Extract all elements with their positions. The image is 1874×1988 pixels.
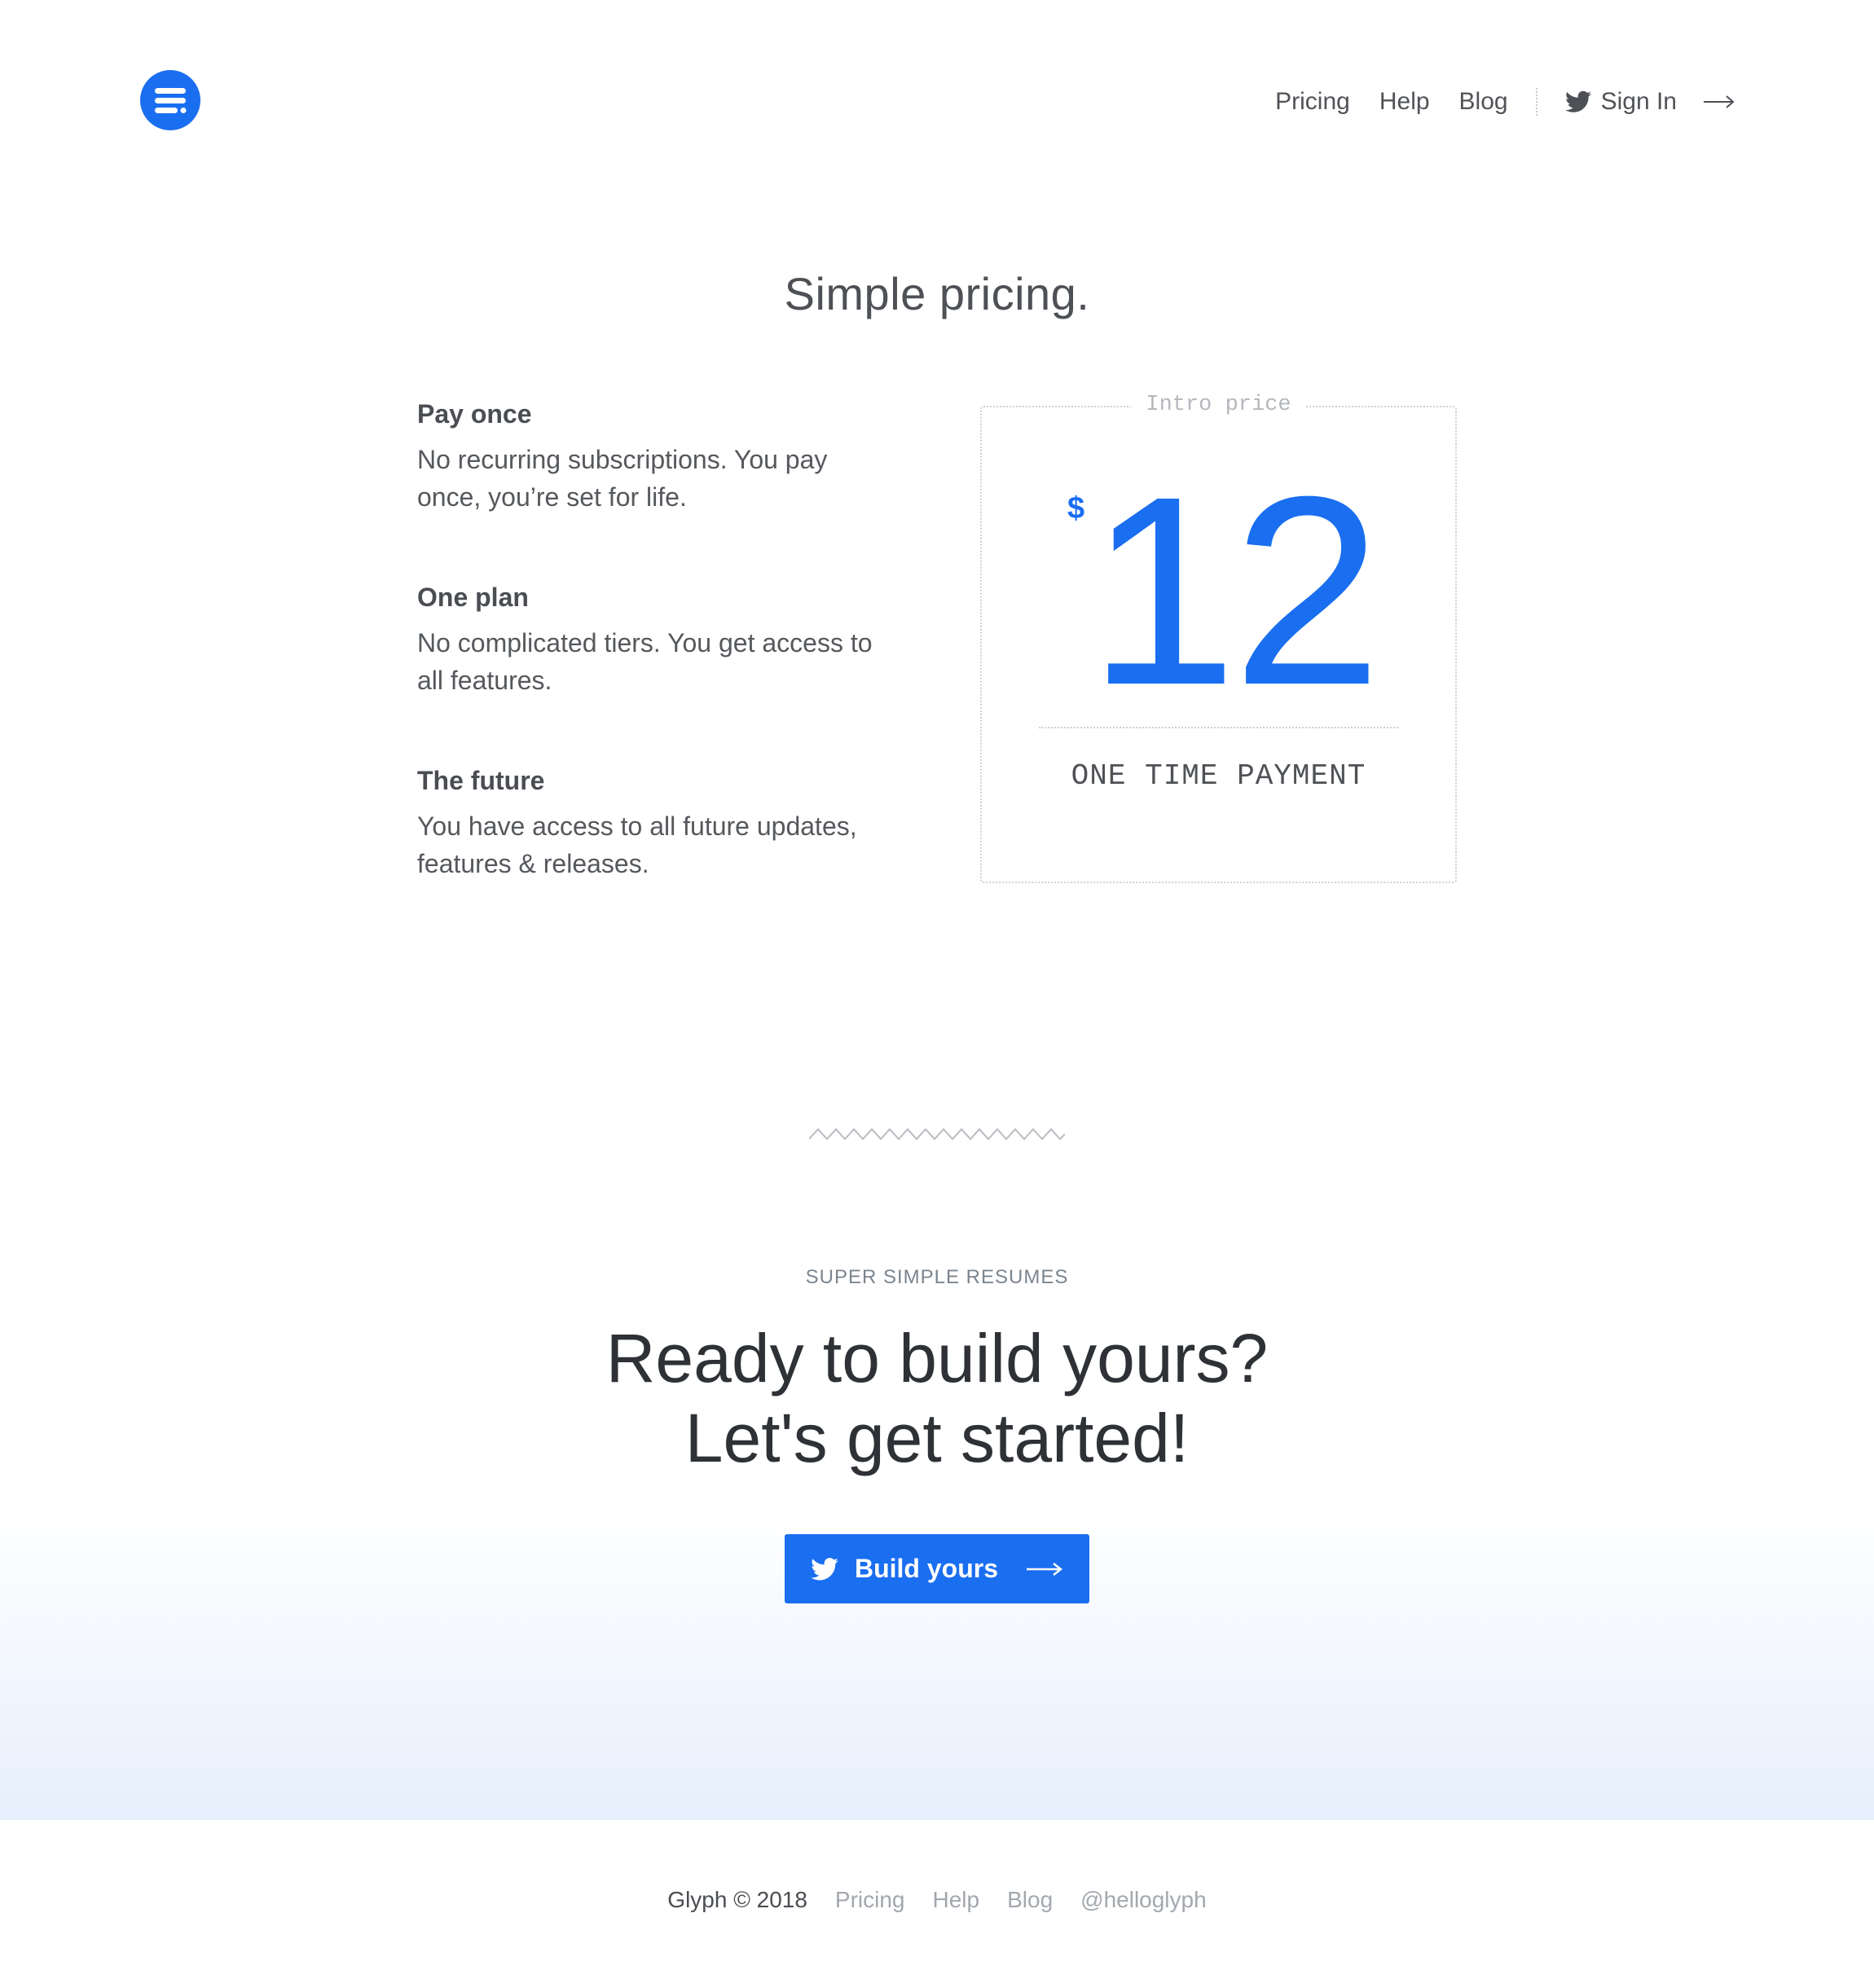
twitter-icon bbox=[1564, 90, 1591, 112]
build-yours-button[interactable]: Build yours bbox=[785, 1534, 1089, 1603]
footer-twitter-handle-link[interactable]: @helloglyph bbox=[1080, 1887, 1207, 1913]
cta-heading-line2: Let's get started! bbox=[684, 1400, 1190, 1476]
arrow-right-icon[interactable] bbox=[1703, 94, 1735, 110]
cta-eyebrow: SUPER SIMPLE RESUMES bbox=[805, 1266, 1069, 1288]
footer-help-link[interactable]: Help bbox=[933, 1887, 980, 1913]
arrow-right-icon bbox=[1026, 1561, 1063, 1577]
currency-symbol: $ bbox=[1067, 491, 1085, 526]
cta-heading: Ready to build yours? Let's get started! bbox=[0, 1318, 1874, 1478]
footer-blog-link[interactable]: Blog bbox=[1007, 1887, 1053, 1913]
feature-item: The future You have access to all future… bbox=[417, 766, 890, 882]
nav-help-link[interactable]: Help bbox=[1379, 88, 1430, 116]
price-divider bbox=[1039, 727, 1398, 728]
nav-blog-link[interactable]: Blog bbox=[1459, 88, 1508, 116]
cta-heading-line1: Ready to build yours? bbox=[605, 1320, 1269, 1396]
twitter-icon bbox=[811, 1557, 838, 1581]
page-title: Simple pricing. bbox=[784, 268, 1090, 319]
footer-copyright: Glyph © 2018 bbox=[667, 1887, 807, 1912]
feature-item: Pay once No recurring subscriptions. You… bbox=[417, 399, 890, 516]
feature-list: Pay once No recurring subscriptions. You… bbox=[417, 399, 890, 949]
feature-item: One plan No complicated tiers. You get a… bbox=[417, 583, 890, 699]
sign-in-label: Sign In bbox=[1600, 88, 1677, 115]
nav-pricing-link[interactable]: Pricing bbox=[1275, 88, 1350, 116]
sign-in-link[interactable]: Sign In bbox=[1564, 88, 1677, 116]
payment-type-label: ONE TIME PAYMENT bbox=[1071, 759, 1366, 793]
glyph-logo-icon[interactable] bbox=[140, 70, 200, 130]
footer: Glyph © 2018 Pricing Help Blog @hellogly… bbox=[0, 1887, 1874, 1913]
intro-price-label: Intro price bbox=[1131, 393, 1306, 417]
zigzag-divider-icon bbox=[808, 1124, 1066, 1148]
price-card: Intro price $ 12 ONE TIME PAYMENT bbox=[980, 393, 1457, 883]
page: Pricing Help Blog Sign In Simple pricing… bbox=[0, 0, 1874, 1988]
feature-text: You have access to all future updates, f… bbox=[417, 811, 857, 878]
nav-divider bbox=[1535, 88, 1537, 116]
top-nav: Pricing Help Blog Sign In bbox=[1275, 81, 1735, 122]
feature-heading: Pay once bbox=[417, 399, 532, 429]
feature-heading: One plan bbox=[417, 583, 529, 612]
feature-heading: The future bbox=[417, 766, 545, 795]
feature-text: No complicated tiers. You get access to … bbox=[417, 628, 873, 695]
price-amount: 12 bbox=[1088, 440, 1382, 741]
build-yours-label: Build yours bbox=[854, 1554, 998, 1583]
intro-price-label-wrap: Intro price bbox=[982, 393, 1455, 417]
footer-pricing-link[interactable]: Pricing bbox=[835, 1887, 905, 1913]
feature-text: No recurring subscriptions. You pay once… bbox=[417, 445, 828, 512]
